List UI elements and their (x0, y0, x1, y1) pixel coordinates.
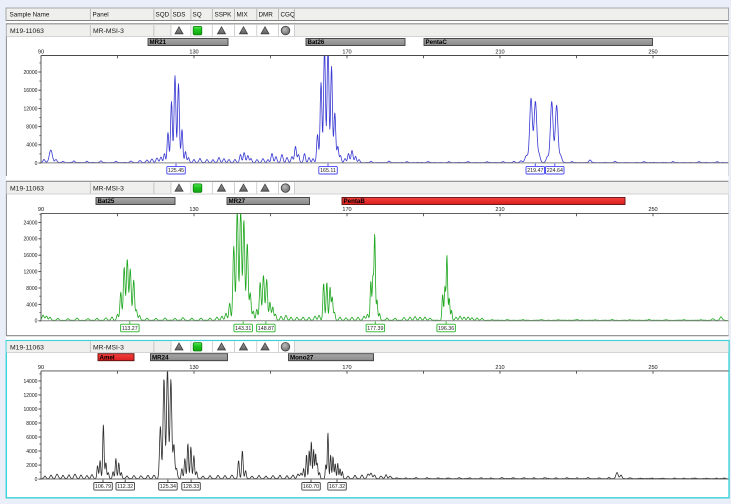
svg-text:0: 0 (35, 319, 38, 325)
svg-text:90: 90 (38, 365, 44, 371)
svg-text:4000: 4000 (26, 143, 37, 149)
svg-text:0: 0 (35, 161, 38, 167)
svg-text:90: 90 (38, 49, 44, 55)
svg-text:170: 170 (342, 49, 351, 55)
svg-text:M19-11063: M19-11063 (10, 185, 44, 192)
svg-text:M19-11063: M19-11063 (10, 344, 44, 351)
svg-text:SQD: SQD (156, 11, 170, 18)
svg-text:125.45: 125.45 (168, 168, 184, 174)
svg-text:Bat25: Bat25 (98, 198, 115, 205)
svg-text:Bat26: Bat26 (308, 39, 325, 46)
svg-text:12000: 12000 (23, 106, 37, 112)
svg-text:167.32: 167.32 (329, 484, 345, 490)
svg-text:SSPK: SSPK (215, 11, 233, 18)
svg-text:125.34: 125.34 (160, 484, 176, 490)
svg-text:210: 210 (495, 49, 504, 55)
svg-text:10000: 10000 (23, 407, 37, 413)
svg-text:224.64: 224.64 (547, 168, 563, 174)
svg-text:MR-MSI-3: MR-MSI-3 (93, 185, 124, 192)
svg-text:219.47: 219.47 (527, 168, 543, 174)
svg-text:DMR: DMR (259, 11, 274, 18)
svg-text:160.70: 160.70 (303, 484, 319, 490)
svg-text:Sample Name: Sample Name (10, 11, 50, 18)
svg-text:12000: 12000 (23, 393, 37, 399)
svg-text:PentaB: PentaB (344, 198, 366, 205)
svg-text:16000: 16000 (23, 253, 37, 259)
svg-text:SDS: SDS (173, 11, 186, 18)
svg-text:12000: 12000 (23, 270, 37, 276)
svg-text:210: 210 (495, 207, 504, 213)
svg-text:8000: 8000 (26, 421, 37, 427)
svg-text:20000: 20000 (23, 70, 37, 76)
svg-text:4000: 4000 (26, 449, 37, 455)
svg-text:2000: 2000 (26, 463, 37, 469)
svg-text:130: 130 (189, 207, 198, 213)
svg-text:148.87: 148.87 (258, 326, 274, 332)
svg-text:250: 250 (648, 49, 657, 55)
svg-text:8000: 8000 (26, 286, 37, 292)
svg-text:250: 250 (648, 207, 657, 213)
svg-text:20000: 20000 (23, 237, 37, 243)
svg-text:MR21: MR21 (150, 39, 167, 46)
svg-text:112.32: 112.32 (117, 484, 133, 490)
svg-text:128.33: 128.33 (183, 484, 199, 490)
svg-text:MIX: MIX (237, 11, 249, 18)
svg-text:113.27: 113.27 (122, 326, 138, 332)
svg-text:CGQ: CGQ (281, 11, 295, 18)
svg-text:Amel: Amel (100, 354, 115, 361)
svg-text:8000: 8000 (26, 125, 37, 131)
svg-text:MR-MSI-3: MR-MSI-3 (93, 28, 124, 35)
svg-text:90: 90 (38, 207, 44, 213)
svg-text:250: 250 (648, 365, 657, 371)
svg-text:130: 130 (189, 49, 198, 55)
svg-text:165.11: 165.11 (320, 168, 336, 174)
svg-text:170: 170 (342, 365, 351, 371)
svg-text:196.36: 196.36 (438, 326, 454, 332)
svg-text:106.79: 106.79 (95, 484, 111, 490)
svg-text:Panel: Panel (93, 11, 109, 18)
svg-text:170: 170 (342, 207, 351, 213)
svg-text:PentaC: PentaC (426, 39, 448, 46)
svg-text:4000: 4000 (26, 302, 37, 308)
svg-text:24000: 24000 (23, 220, 37, 226)
svg-text:MR27: MR27 (229, 198, 246, 205)
svg-text:210: 210 (495, 365, 504, 371)
svg-text:0: 0 (35, 477, 38, 483)
svg-text:Mono27: Mono27 (290, 354, 314, 361)
svg-text:143.31: 143.31 (235, 326, 251, 332)
svg-text:6000: 6000 (26, 435, 37, 441)
svg-text:130: 130 (189, 365, 198, 371)
svg-text:16000: 16000 (23, 88, 37, 94)
svg-text:177.39: 177.39 (367, 326, 383, 332)
svg-text:MR-MSI-3: MR-MSI-3 (93, 344, 124, 351)
svg-text:14000: 14000 (23, 379, 37, 385)
svg-text:M19-11063: M19-11063 (10, 28, 44, 35)
svg-text:MR24: MR24 (152, 354, 169, 361)
svg-text:SQ: SQ (193, 11, 202, 18)
